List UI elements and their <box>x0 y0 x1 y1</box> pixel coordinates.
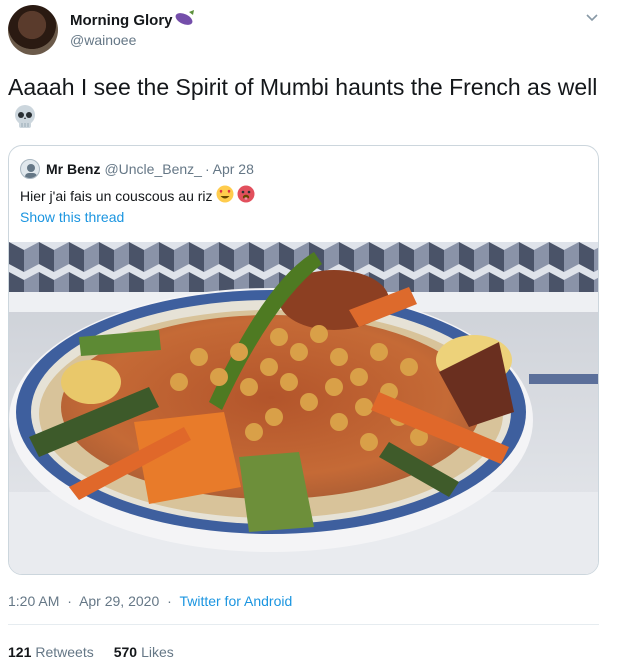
quoted-separator: · <box>204 161 210 177</box>
avatar[interactable] <box>8 5 58 55</box>
author-handle[interactable]: @wainoee <box>70 32 136 48</box>
quoted-display-name: Mr Benz <box>46 161 101 177</box>
tweet-meta: 1:20 AM · Apr 29, 2020 · Twitter for And… <box>8 593 292 609</box>
likes-count: 570 <box>113 644 138 660</box>
hot-face-icon <box>237 185 255 206</box>
meta-separator: · <box>167 593 172 609</box>
quoted-text: Hier j'ai fais un couscous au riz <box>20 185 255 206</box>
tweet-source-link[interactable]: Twitter for Android <box>179 593 292 609</box>
tweet-text: Aaaah I see the Spirit of Mumbi haunts t… <box>8 72 598 138</box>
tweet-date[interactable]: Apr 29, 2020 <box>79 593 159 609</box>
meta-separator: · <box>67 593 72 609</box>
show-thread-link[interactable]: Show this thread <box>20 209 124 225</box>
tweet-body: Aaaah I see the Spirit of Mumbi haunts t… <box>8 74 598 100</box>
quoted-header: Mr Benz @Uncle_Benz_ · Apr 28 <box>20 159 254 179</box>
retweets-stat[interactable]: 121 Retweets <box>8 644 94 660</box>
couscous-plate-photo[interactable] <box>9 242 598 574</box>
chevron-down-icon[interactable] <box>584 10 600 26</box>
heart-eyes-icon <box>216 185 234 206</box>
author-name-row[interactable]: Morning Glory <box>70 10 195 31</box>
quoted-date: Apr 28 <box>212 161 254 177</box>
quoted-avatar <box>20 159 40 179</box>
likes-stat[interactable]: 570 Likes <box>114 644 174 660</box>
retweets-label: Retweets <box>35 644 94 660</box>
quoted-handle: @Uncle_Benz_ <box>104 161 202 177</box>
skull-icon <box>12 104 38 138</box>
eggplant-icon <box>175 10 195 31</box>
retweets-count: 121 <box>8 644 32 660</box>
divider <box>8 624 599 625</box>
likes-label: Likes <box>141 644 174 660</box>
display-name[interactable]: Morning Glory <box>70 12 173 29</box>
quoted-tweet[interactable]: Mr Benz @Uncle_Benz_ · Apr 28 Hier j'ai … <box>8 145 599 575</box>
tweet-stats: 121 Retweets 570 Likes <box>8 644 194 660</box>
quoted-body: Hier j'ai fais un couscous au riz <box>20 187 213 204</box>
tweet-time[interactable]: 1:20 AM <box>8 593 59 609</box>
